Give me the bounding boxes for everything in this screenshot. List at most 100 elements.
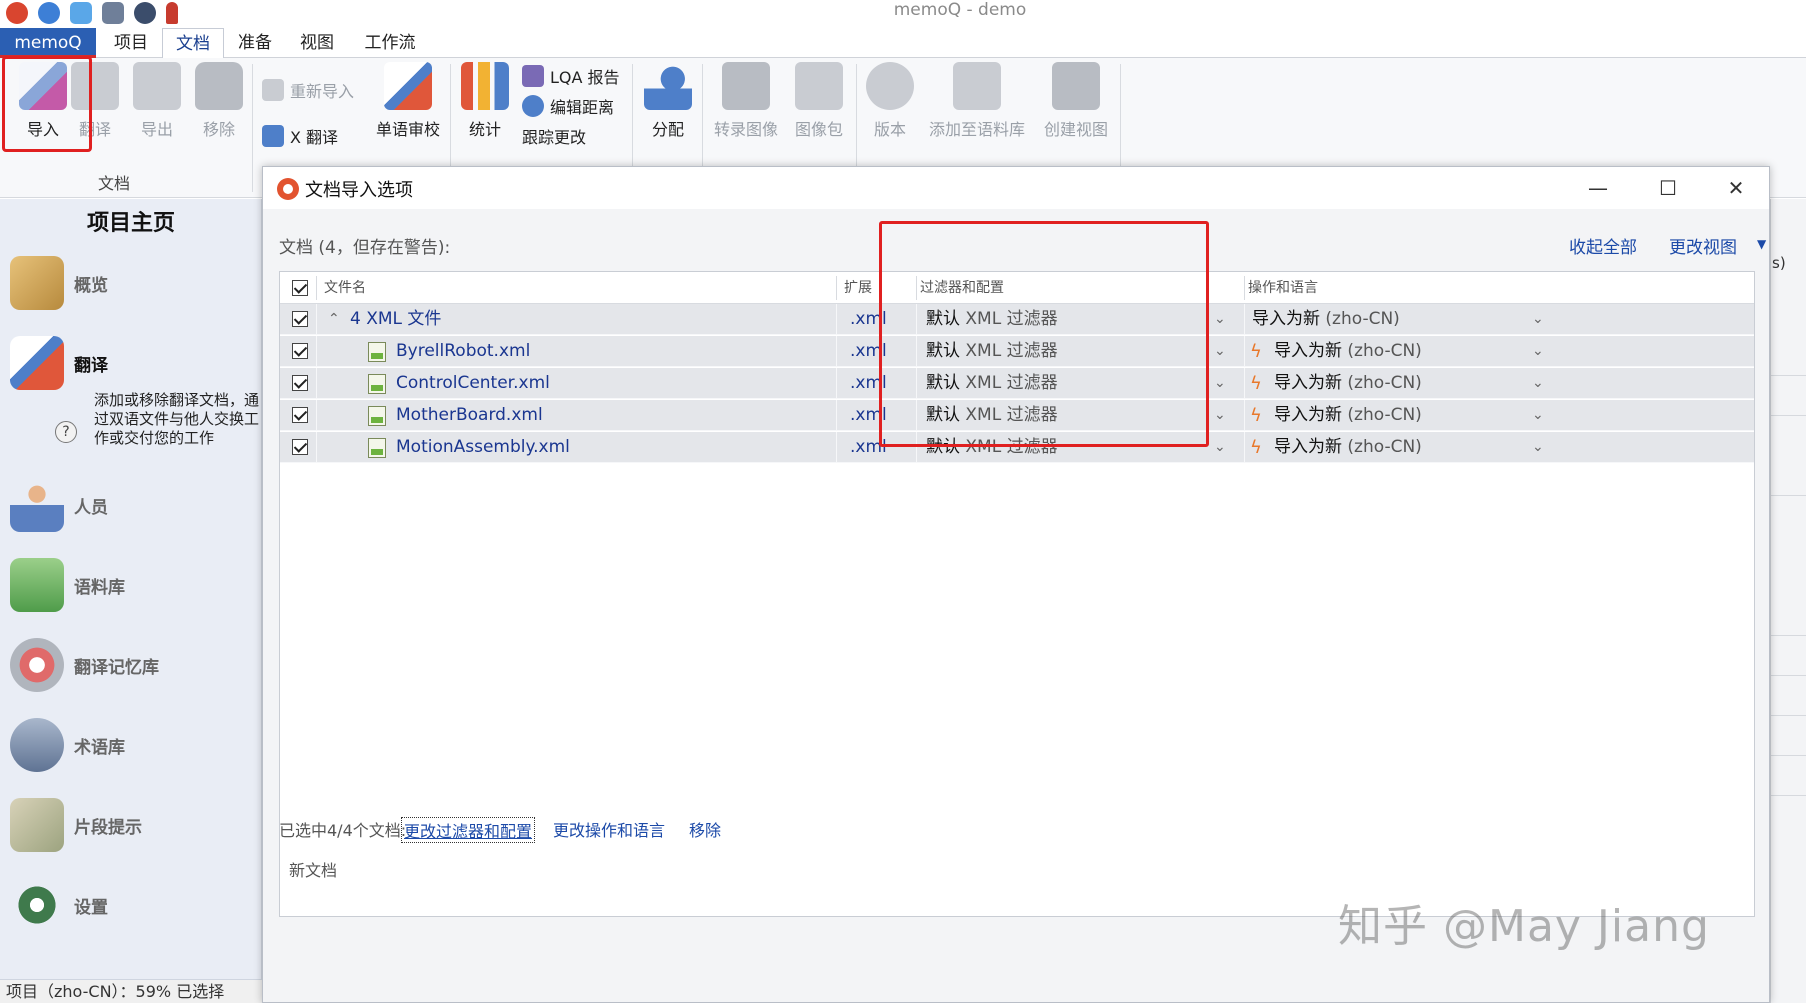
documents-icon: [10, 336, 64, 390]
change-filter-link[interactable]: 更改过滤器和配置: [401, 817, 536, 843]
menu-bar: memoQ 项目 文档 准备 视图 工作流: [0, 28, 1806, 59]
row-checkbox[interactable]: [292, 407, 308, 423]
translations-description: 添加或移除翻译文档，通 过双语文件与他人交换工 作或交付您的工作: [94, 391, 260, 447]
chevron-down-icon[interactable]: ⌄: [1532, 432, 1544, 463]
add-to-corpus-icon: [953, 62, 1001, 110]
statistics-button[interactable]: 统计: [460, 62, 510, 140]
trash-icon: [195, 62, 243, 110]
divider: [1771, 375, 1806, 376]
chevron-down-icon[interactable]: ▼: [1757, 237, 1766, 251]
filter-column-highlight-box: [879, 221, 1209, 447]
settings-icon[interactable]: [134, 2, 156, 24]
cabinet-icon: [10, 558, 64, 612]
chevron-down-icon[interactable]: ⌄: [1532, 400, 1544, 431]
column-header-filename[interactable]: 文件名: [324, 272, 366, 304]
version-clock-icon: [866, 62, 914, 110]
box-icon: [10, 256, 64, 310]
sidebar-item-translation-memory[interactable]: 翻译记忆库: [10, 635, 159, 695]
row-checkbox[interactable]: [292, 375, 308, 391]
chevron-down-icon[interactable]: ⌄: [1532, 336, 1544, 367]
minimize-button[interactable]: —: [1575, 173, 1621, 203]
column-separator: [1244, 276, 1245, 300]
column-separator: [1244, 368, 1245, 399]
chevron-down-icon[interactable]: ⌄: [1532, 368, 1544, 399]
version-button[interactable]: 版本: [862, 62, 918, 140]
ribbon-separator: [252, 64, 253, 192]
edit-distance-button[interactable]: 编辑距离: [522, 94, 614, 118]
operation-dropdown[interactable]: 导入为新 (zho-CN): [1274, 432, 1422, 463]
operation-dropdown[interactable]: 导入为新 (zho-CN): [1252, 304, 1400, 335]
operation-dropdown[interactable]: 导入为新 (zho-CN): [1274, 336, 1422, 367]
tab-documents[interactable]: 文档: [162, 28, 224, 59]
project-home-panel: 项目主页 概览 翻译 添加或移除翻译文档，通 过双语文件与他人交换工 作或交付您…: [0, 199, 262, 979]
change-view-link[interactable]: 更改视图: [1669, 233, 1737, 258]
remove-button[interactable]: 移除: [186, 62, 252, 140]
edit-distance-icon: [522, 95, 544, 117]
transcribe-image-button[interactable]: 转录图像: [708, 62, 784, 140]
chevron-down-icon[interactable]: ⌄: [1532, 304, 1544, 335]
sidebar-item-snippets[interactable]: 片段提示: [10, 795, 142, 855]
operation-dropdown[interactable]: 导入为新 (zho-CN): [1274, 368, 1422, 399]
row-checkbox[interactable]: [292, 343, 308, 359]
transcribe-image-icon: [722, 62, 770, 110]
pin-icon[interactable]: [166, 2, 178, 24]
chevron-down-icon[interactable]: ⌄: [1214, 336, 1226, 367]
tab-preparation[interactable]: 准备: [224, 28, 286, 58]
tab-workflow[interactable]: 工作流: [348, 28, 432, 58]
chevron-down-icon[interactable]: ⌄: [1214, 432, 1226, 463]
remove-link[interactable]: 移除: [689, 817, 721, 841]
lqa-report-button[interactable]: LQA 报告: [522, 64, 620, 88]
column-header-ext[interactable]: 扩展: [844, 272, 872, 304]
sidebar-item-termbase[interactable]: 术语库: [10, 715, 125, 775]
import-highlight-box: [2, 56, 92, 152]
filter-funnel-icon: [1052, 62, 1100, 110]
sidebar-item-translations[interactable]: 翻译: [10, 333, 108, 393]
sidebar-item-corpus[interactable]: 语料库: [10, 555, 125, 615]
row-checkbox[interactable]: [292, 439, 308, 455]
server-icon[interactable]: [102, 2, 124, 24]
track-changes-button[interactable]: 跟踪更改: [522, 124, 586, 148]
monolingual-review-button[interactable]: 单语审校: [370, 62, 446, 140]
tab-view[interactable]: 视图: [286, 28, 348, 58]
column-header-operation[interactable]: 操作和语言: [1248, 272, 1318, 304]
operation-dropdown[interactable]: 导入为新 (zho-CN): [1274, 400, 1422, 431]
select-all-checkbox[interactable]: [292, 280, 308, 296]
sidebar-item-people[interactable]: 人员: [10, 475, 108, 535]
column-separator: [316, 432, 317, 463]
selected-count-label: 已选中4/4个文档:: [279, 821, 407, 840]
column-separator: [836, 336, 837, 367]
sidebar-item-overview[interactable]: 概览: [10, 253, 108, 313]
divider: [1771, 675, 1806, 676]
memoq-logo-icon[interactable]: [6, 2, 28, 24]
change-operation-link[interactable]: 更改操作和语言: [553, 817, 665, 841]
x-translate-button[interactable]: X 翻译: [262, 124, 338, 148]
xml-file-icon: [368, 406, 386, 426]
close-button[interactable]: ✕: [1713, 173, 1759, 203]
help-icon[interactable]: [38, 2, 60, 24]
tab-memoq[interactable]: memoQ: [0, 28, 96, 58]
sidebar-item-settings[interactable]: 设置: [10, 875, 108, 935]
help-circle-icon[interactable]: ?: [55, 421, 77, 443]
panel-title: 项目主页: [86, 211, 175, 236]
column-separator: [836, 276, 837, 300]
column-separator: [1244, 336, 1245, 367]
chevron-down-icon[interactable]: ⌄: [1214, 400, 1226, 431]
collapse-all-link[interactable]: 收起全部: [1569, 233, 1637, 258]
collapse-caret-icon[interactable]: ⌃: [328, 304, 340, 335]
xml-file-icon: [368, 342, 386, 362]
assign-button[interactable]: 分配: [638, 62, 698, 140]
options-icon[interactable]: [70, 2, 92, 24]
gear-icon: [10, 878, 64, 932]
create-view-button[interactable]: 创建视图: [1036, 62, 1116, 140]
dialog-title-bar: 文档导入选项 — ☐ ✕: [263, 167, 1769, 209]
image-pack-button[interactable]: 图像包: [786, 62, 852, 140]
export-button[interactable]: 导出: [124, 62, 190, 140]
tab-project[interactable]: 项目: [100, 28, 162, 58]
document-count-label: 文档 (4，但存在警告):: [279, 238, 451, 258]
maximize-button[interactable]: ☐: [1645, 173, 1691, 203]
row-checkbox[interactable]: [292, 311, 308, 327]
add-to-corpus-button[interactable]: 添加至语料库: [922, 62, 1032, 140]
chevron-down-icon[interactable]: ⌄: [1214, 368, 1226, 399]
chevron-down-icon[interactable]: ⌄: [1214, 304, 1226, 335]
reimport-button[interactable]: 重新导入: [262, 78, 354, 102]
